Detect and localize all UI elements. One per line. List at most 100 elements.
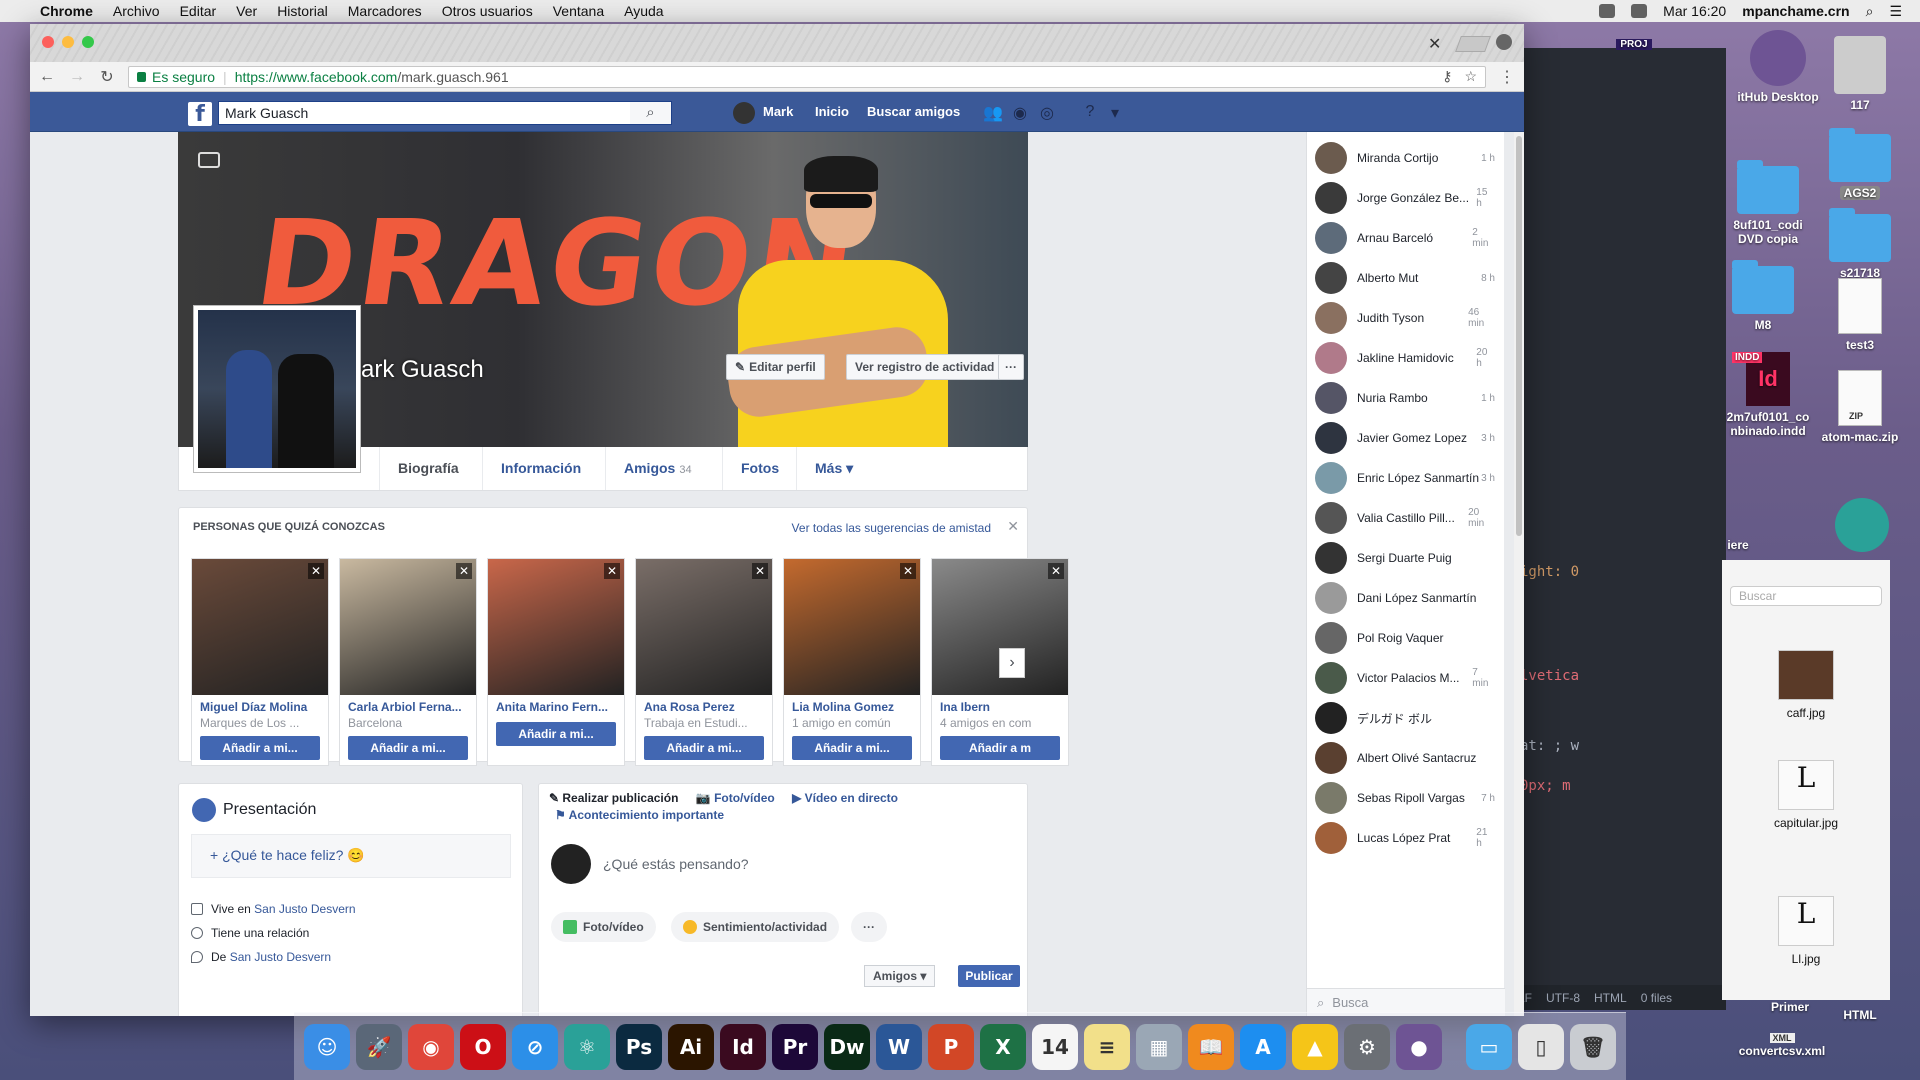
page-scrollbar[interactable]	[1514, 132, 1524, 1016]
photo-video-pill[interactable]: Foto/vídeo	[551, 912, 656, 942]
menubar-clock[interactable]: Mar 16:20	[1663, 3, 1726, 19]
close-icon[interactable]: ✕	[604, 563, 620, 579]
appstore-icon[interactable]: A	[1240, 1023, 1286, 1070]
suggestion-name[interactable]: Ana Rosa Perez	[636, 695, 772, 714]
menu-marcadores[interactable]: Marcadores	[348, 3, 422, 19]
add-friend-button[interactable]: Añadir a mi...	[200, 736, 320, 760]
desktop-disk[interactable]: 117	[1820, 36, 1900, 112]
close-icon[interactable]: ✕	[1007, 518, 1019, 535]
add-friend-button[interactable]: Añadir a mi...	[496, 722, 616, 746]
suggestion-name[interactable]: Anita Marino Fern...	[488, 695, 624, 714]
live-video-tab[interactable]: ▶ Vídeo en directo	[792, 790, 898, 807]
add-friend-button[interactable]: Añadir a m	[940, 736, 1060, 760]
avatar[interactable]	[733, 102, 755, 124]
minimize-window-button[interactable]	[62, 36, 74, 48]
facebook-logo[interactable]: f	[188, 102, 212, 127]
add-friend-button[interactable]: Añadir a mi...	[792, 736, 912, 760]
chat-contact[interactable]: Jakline Hamidovic 20 h	[1307, 338, 1505, 378]
finder-file-capitular[interactable]: L capitular.jpg	[1722, 760, 1890, 830]
friend-requests-icon[interactable]: 👥	[983, 103, 1003, 123]
profile-name[interactable]: Mark Guasch	[341, 356, 484, 384]
photo-video-tab[interactable]: 📷 Foto/vídeo	[696, 790, 775, 807]
make-post-tab[interactable]: ✎ Realizar publicación	[549, 790, 678, 807]
tab-biography[interactable]: Biografía	[379, 447, 477, 490]
nav-find-friends[interactable]: Buscar amigos	[867, 104, 960, 119]
menu-app[interactable]: Chrome	[40, 3, 93, 19]
folder-icon[interactable]: ▭	[1466, 1023, 1512, 1070]
close-icon[interactable]: ✕	[1048, 563, 1064, 579]
drive-icon[interactable]: ▲	[1292, 1023, 1338, 1070]
status-grammar[interactable]: HTML	[1594, 991, 1627, 1005]
add-happy-button[interactable]: + ¿Qué te hace feliz? 😊	[191, 834, 511, 878]
forward-icon[interactable]: →	[68, 68, 86, 86]
desktop-folder-s21718[interactable]: s21718	[1825, 208, 1895, 280]
desktop-file-atom-zip[interactable]: ZIP atom-mac.zip	[1810, 370, 1910, 444]
profile-picture[interactable]	[193, 305, 361, 473]
chat-contact[interactable]: Albert Olivé Santacruz	[1307, 738, 1505, 778]
chat-contact[interactable]: Sebas Ripoll Vargas 7 h	[1307, 778, 1505, 818]
tray-icon[interactable]	[1599, 4, 1616, 18]
suggestion-photo[interactable]: ✕	[192, 559, 328, 695]
desktop-folder-m8[interactable]: M8	[1728, 260, 1798, 332]
menu-otros-usuarios[interactable]: Otros usuarios	[442, 3, 533, 19]
chat-contact[interactable]: Victor Palacios M... 7 min	[1307, 658, 1505, 698]
status-encoding[interactable]: UTF-8	[1546, 991, 1580, 1005]
launchpad-icon[interactable]: 🚀	[356, 1023, 402, 1070]
new-tab-button[interactable]	[1455, 36, 1491, 52]
tab-photos[interactable]: Fotos	[722, 447, 797, 490]
zip-icon[interactable]: ▯	[1518, 1023, 1564, 1070]
suggestion-name[interactable]: Lia Molina Gomez	[784, 695, 920, 714]
chat-contact[interactable]: Nuria Rambo 1 h	[1307, 378, 1505, 418]
zoom-window-button[interactable]	[82, 36, 94, 48]
premiere-icon[interactable]: Pr	[772, 1023, 818, 1070]
feeling-activity-pill[interactable]: Sentimiento/actividad	[671, 912, 840, 942]
close-icon[interactable]: ✕	[456, 563, 472, 579]
bookmark-star-icon[interactable]: ☆	[1464, 68, 1477, 85]
tab-friends[interactable]: Amigos 34	[605, 447, 710, 490]
menubar-user[interactable]: mpanchame.crn	[1742, 3, 1849, 19]
menu-list-icon[interactable]: ☰	[1889, 3, 1902, 20]
suggestion-name[interactable]: Miguel Díaz Molina	[192, 695, 328, 714]
chat-contact[interactable]: Enric López Sanmartín 3 h	[1307, 458, 1505, 498]
finder-file-ll[interactable]: L Ll.jpg	[1722, 896, 1890, 966]
add-friend-button[interactable]: Añadir a mi...	[348, 736, 468, 760]
camera-icon[interactable]	[198, 152, 220, 168]
finder-file-caff[interactable]: caff.jpg	[1722, 650, 1890, 720]
github-icon[interactable]: ●	[1396, 1023, 1442, 1070]
help-icon[interactable]: ?	[1080, 103, 1100, 123]
menu-ayuda[interactable]: Ayuda	[624, 3, 663, 19]
close-icon[interactable]: ✕	[900, 563, 916, 579]
suggestion-name[interactable]: Carla Arbiol Ferna...	[340, 695, 476, 714]
audience-selector[interactable]: Amigos ▾	[864, 965, 936, 987]
menu-ventana[interactable]: Ventana	[553, 3, 604, 19]
chat-contact[interactable]: Lucas López Prat 21 h	[1307, 818, 1505, 858]
opera-icon[interactable]: O	[460, 1023, 506, 1070]
key-icon[interactable]: ⚷	[1442, 68, 1452, 85]
close-icon[interactable]: ✕	[308, 563, 324, 579]
nav-profile[interactable]: Mark	[763, 104, 793, 119]
menu-editar[interactable]: Editar	[180, 3, 217, 19]
ibooks-icon[interactable]: 📖	[1188, 1023, 1234, 1070]
spotlight-icon[interactable]: ⌕	[1866, 3, 1874, 20]
menu-historial[interactable]: Historial	[277, 3, 328, 19]
publish-button[interactable]: Publicar	[958, 965, 1020, 987]
chrome-menu-icon[interactable]: ⋮	[1498, 67, 1516, 87]
notes-icon[interactable]: ≡	[1084, 1023, 1130, 1070]
tab-more[interactable]: Más ▾	[796, 447, 871, 490]
close-tab-icon[interactable]: ✕	[1428, 34, 1441, 54]
more-options-pill[interactable]: ···	[851, 912, 887, 942]
close-window-button[interactable]	[42, 36, 54, 48]
desktop-file-indd[interactable]: Id INDD 2m7uf0101_co nbinado.indd	[1718, 352, 1818, 438]
suggestion-photo[interactable]: ✕	[636, 559, 772, 695]
place-link[interactable]: San Justo Desvern	[230, 950, 331, 964]
messenger-icon[interactable]: ◉	[1010, 103, 1030, 123]
activity-log-button[interactable]: Ver registro de actividad	[846, 354, 1004, 380]
see-all-suggestions-link[interactable]: Ver todas las sugerencias de amistad	[792, 521, 991, 535]
desktop-file-test3[interactable]: test3	[1830, 278, 1890, 352]
place-link[interactable]: San Justo Desvern	[254, 902, 355, 916]
suggestion-photo[interactable]: ✕	[784, 559, 920, 695]
close-icon[interactable]: ✕	[752, 563, 768, 579]
wifi-icon[interactable]	[1631, 4, 1648, 18]
profile-icon[interactable]	[1496, 34, 1512, 50]
settings-icon[interactable]: ⚙	[1344, 1023, 1390, 1070]
